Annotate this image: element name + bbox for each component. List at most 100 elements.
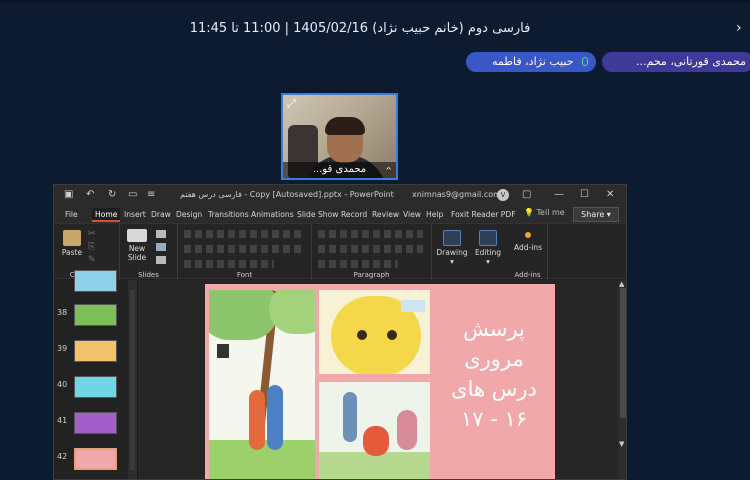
- caret-up-icon[interactable]: ^: [385, 166, 392, 175]
- qr-code-shape: [401, 300, 425, 312]
- expand-icon[interactable]: ⤢: [287, 98, 296, 109]
- thumbnail-image-selected: [74, 448, 117, 470]
- tab-foxit-reader-pdf[interactable]: Foxit Reader PDF: [451, 208, 516, 222]
- redo-icon[interactable]: ↻: [108, 185, 116, 205]
- list-options-row[interactable]: [318, 230, 423, 238]
- ppt-ribbon: Paste ✂ ⎘ ✎ Clipboard New Slide Slides: [54, 223, 626, 280]
- slide-scrollbar-thumb[interactable]: [620, 288, 626, 418]
- section-icon[interactable]: [156, 256, 166, 264]
- drawing-editing-group: Drawing ▾ Editing ▾: [432, 224, 508, 280]
- speaker-chip-label: حبیب نژاد، فاطمه: [492, 55, 574, 68]
- copy-icon[interactable]: ⎘: [88, 242, 95, 252]
- paste-button[interactable]: Paste: [60, 230, 84, 257]
- font-group: Font: [178, 224, 312, 280]
- addins-button-label: Add-ins: [514, 243, 542, 252]
- slide-picture-children: [319, 382, 430, 479]
- font-color-row[interactable]: [184, 260, 274, 268]
- account-email: xnimnas9@gmail.com: [412, 190, 501, 199]
- customize-icon[interactable]: ≡: [147, 185, 155, 205]
- addins-group: Add-ins Add-ins: [508, 224, 548, 280]
- thumbnail-number: 41: [57, 416, 68, 425]
- tab-insert[interactable]: Insert: [124, 208, 146, 222]
- tab-view[interactable]: View: [403, 208, 421, 222]
- scroll-up-icon[interactable]: ▲: [619, 280, 624, 288]
- close-icon[interactable]: ✕: [606, 185, 614, 205]
- child-figure-shape: [343, 392, 357, 442]
- editing-button[interactable]: Editing ▾: [472, 230, 504, 266]
- tab-slide-show[interactable]: Slide Show: [297, 208, 338, 222]
- reset-icon[interactable]: [156, 243, 166, 251]
- tab-record[interactable]: Record: [341, 208, 367, 222]
- tab-review[interactable]: Review: [372, 208, 399, 222]
- thumbnail-row[interactable]: 40: [54, 374, 132, 400]
- tab-design[interactable]: Design: [176, 208, 202, 222]
- slide-title-text: پرسش مروری درس های ۱۶ - ۱۷: [435, 314, 553, 434]
- font-style-row[interactable]: [184, 245, 302, 253]
- layout-icon[interactable]: [156, 230, 166, 238]
- addins-icon: [525, 232, 531, 238]
- shapes-icon: [443, 230, 461, 246]
- slide-text-line: درس های: [451, 377, 537, 401]
- drawing-button[interactable]: Drawing ▾: [436, 230, 468, 266]
- thumbnail-number: 42: [57, 452, 68, 461]
- thumbnail-row[interactable]: 38: [54, 302, 132, 328]
- font-name-size-row[interactable]: [184, 230, 302, 238]
- meeting-window: فارسی دوم (خانم حبیب نژاد) 1405/02/16 | …: [0, 0, 750, 480]
- paragraph-group: Paragraph: [312, 224, 432, 280]
- powerpoint-window: ▣ ↶ ↻ ▭ ≡ فارسی درس هفتم - Copy [Autosav…: [53, 184, 627, 480]
- undo-icon[interactable]: ↶: [86, 185, 94, 205]
- tab-transitions[interactable]: Transitions: [208, 208, 249, 222]
- slide-text-line: مروری: [464, 347, 524, 371]
- back-chevron-icon[interactable]: ›: [736, 20, 742, 36]
- alignment-row[interactable]: [318, 245, 423, 253]
- text-direction-row[interactable]: [318, 260, 398, 268]
- scroll-down-icon[interactable]: ▼: [619, 440, 624, 448]
- thumbnail-image: [74, 412, 117, 434]
- tab-home[interactable]: Home: [92, 208, 121, 222]
- current-slide[interactable]: پرسش مروری درس های ۱۶ - ۱۷: [205, 284, 555, 479]
- ppt-titlebar: ▣ ↶ ↻ ▭ ≡ فارسی درس هفتم - Copy [Autosav…: [54, 185, 626, 205]
- child-figure-shape: [397, 410, 417, 450]
- maximize-icon[interactable]: ☐: [580, 185, 589, 205]
- find-icon: [479, 230, 497, 246]
- ribbon-display-icon[interactable]: ▢: [522, 185, 531, 205]
- tab-file[interactable]: File: [65, 208, 78, 222]
- child-figure-shape: [249, 390, 265, 450]
- thumbnail-number: 39: [57, 344, 68, 353]
- participant-video-tile[interactable]: ⤢ محمدی قو... ^: [281, 93, 398, 180]
- slide-text-line: پرسش: [463, 317, 525, 341]
- addins-button[interactable]: Add-ins: [510, 232, 546, 252]
- participant-chip[interactable]: محمدی قورتانی، محم...: [602, 52, 750, 72]
- thumbnail-row[interactable]: 39: [54, 338, 132, 364]
- top-border: [0, 0, 750, 3]
- new-slide-button[interactable]: New Slide: [123, 229, 151, 262]
- present-icon[interactable]: ▭: [128, 185, 137, 205]
- tab-help[interactable]: Help: [426, 208, 443, 222]
- thumbnail-row[interactable]: 41: [54, 410, 132, 436]
- minimize-icon[interactable]: —: [554, 185, 564, 205]
- cut-icon[interactable]: ✂: [88, 229, 96, 239]
- tree-leaves-shape: [209, 290, 279, 340]
- share-button[interactable]: Share ▾: [573, 207, 619, 222]
- eye-shape: [387, 330, 397, 340]
- thumbnail-scrollbar-thumb[interactable]: [130, 290, 135, 470]
- paste-label: Paste: [61, 248, 83, 257]
- tell-me-search[interactable]: 💡 Tell me: [524, 208, 565, 217]
- font-group-label: Font: [236, 271, 253, 279]
- tab-draw[interactable]: Draw: [151, 208, 171, 222]
- thumbnail-row[interactable]: 42: [54, 446, 132, 472]
- thumbnail-row[interactable]: [54, 268, 132, 294]
- save-icon[interactable]: ▣: [64, 185, 73, 205]
- video-participant-name: محمدی قو...: [283, 162, 396, 178]
- thumbnail-image: [74, 340, 117, 362]
- slide-canvas: پرسش مروری درس های ۱۶ - ۱۷: [138, 280, 618, 479]
- ppt-workspace: 38 39 40 41 42 پرسش مروری درس های ۱۶ - ۱…: [54, 270, 626, 479]
- eye-shape: [357, 330, 367, 340]
- tab-animations[interactable]: Animations: [251, 208, 294, 222]
- account-avatar[interactable]: V: [497, 189, 509, 201]
- format-painter-icon[interactable]: ✎: [88, 255, 96, 265]
- slide-picture-sun-face: [319, 290, 430, 374]
- speaker-chip[interactable]: حبیب نژاد، فاطمه: [466, 52, 596, 72]
- drawing-label: Drawing: [436, 248, 468, 257]
- thumbnail-image: [74, 304, 117, 326]
